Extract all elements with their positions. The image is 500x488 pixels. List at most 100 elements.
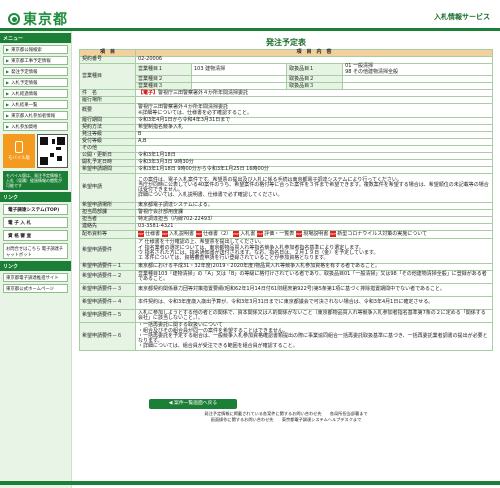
attachment-label: 入札説明書 [169,231,195,238]
apply-place-value: 東京都電子調達システムによる。 [135,201,493,210]
requirement-label: 希望申請要件－１ [79,262,136,271]
link-label: 電子調達システム(TOP) [8,207,60,213]
logo-text: 東京都 [23,12,68,28]
row-label: 希望申請期間 [79,165,136,174]
attachment-link[interactable]: PDF新型コロナウイルス対策の実施について [330,231,428,238]
header: 東京都 入札情報サービス [0,0,500,32]
accept-value: A,B [135,138,493,147]
row-label: 配布資料等 [79,229,136,239]
method-value: 希望制指名競争入札 [135,124,493,133]
item-key: 取扱品目３ [286,82,344,91]
sidebar-item-label: 東京都公報検索 [11,47,42,53]
apply-period-value: 令和3年1月18日 9時00分から令和3年1月25日 16時00分 [135,165,493,174]
triangle-right-icon: ▶ [6,124,10,129]
attachment-link[interactable]: PDF仕様書 [138,231,161,238]
sidebar-section-title: リンク [0,261,71,271]
attachment-label: 仕様書（2） [203,231,232,238]
contract-number: 02-20006 [135,55,493,64]
link-label: 東京都電子調達推進サイト [6,275,59,281]
sidebar-item-label: 入札予定情報 [11,80,38,86]
row-label: 契約番号 [79,55,136,64]
triangle-right-icon: ▶ [6,80,10,85]
attachment-label: 新型コロナウイルス対策の実施について [337,231,428,238]
row-label: 希望申請 [79,172,136,203]
requirement-label: 希望申請要件－６ [79,321,136,351]
attachment-label: 仕様書 [145,231,161,238]
attachment-label: 現場説明書 [303,231,329,238]
attachment-link[interactable]: PDF仕様書（2） [196,231,232,238]
link-procurement-top[interactable]: 電子調達システム(TOP) [3,204,68,215]
link-label: 電 子 入 札 [8,220,32,226]
grade-value: B [135,131,493,140]
sidebar-item-bid-results[interactable]: ▶ 入札結果一覧 [3,100,68,109]
tokyo-logo[interactable]: 東京都 [8,9,68,29]
sidebar-item-participants[interactable]: ▶ 東京都入札参加者情報 [3,111,68,120]
pdf-icon: PDF [138,231,144,238]
page-title: 発注予定表 [266,38,306,47]
sidebar-section-title: メニュー [0,33,71,43]
back-to-list-button[interactable]: ◀ 案件一覧画面へ戻る [149,399,237,409]
triangle-right-icon: ▶ [6,69,10,74]
sidebar-item-label: 発注予定情報 [11,69,38,75]
link-qualification-review[interactable]: 資 格 審 査 [3,230,68,241]
summary-value: 警視庁三田警察署外４か所年間清掃委託 ※詳細等については、仕様書を必ず確認するこ… [135,103,493,119]
person-value: 特定調達担当（内線702-22493） [135,215,493,224]
requirement-value: 東京都における平成31・32年度(2019・2020年度)物品買入れ等競争入札参… [135,262,493,271]
service-title: 入札情報サービス [434,13,490,21]
business-key: 営業種目２ [135,75,192,84]
attachment-link[interactable]: PDF評価・一覧表 [257,231,294,238]
requirement-label: 希望申請要件－３ [79,282,136,297]
tokyo-emblem-icon [8,13,20,25]
pdf-icon: PDF [296,231,303,238]
link-tokyo-official[interactable]: 東京都公式ホームページ [3,284,68,293]
footer-bar [0,481,500,485]
requirement-label: 希望申請要件－５ [79,308,136,323]
period-value: 令和3年4月1日から令和4年3月31日まで [135,117,493,126]
link-electronic-bid[interactable]: 電 子 入 札 [3,217,68,228]
attachment-link[interactable]: PDF入札説明書 [162,231,195,238]
sidebar-item-bid-plan[interactable]: ▶ 入札予定情報 [3,78,68,87]
item-value [342,75,493,84]
sidebar-item-label: 入札経過情報 [11,91,38,97]
pdf-icon: PDF [233,231,240,238]
item-key: 取扱品目２ [286,75,344,84]
sidebar-item-order-plan[interactable]: ▶ 発注予定情報 [3,67,68,76]
requirement-value: 本件契約は、令和3年度歳入歳出予算が、令和3年3月31日までに東京都議会で可決さ… [135,295,493,310]
requirement-label: 希望申請要件－２ [79,269,136,284]
pdf-icon: PDF [330,231,337,238]
triangle-right-icon: ▶ [6,113,10,118]
requirement-label: 希望申請要件－４ [79,295,136,310]
requirement-value: 入札に参加しようとする他の者との関係で、資本関係又は人的関係がないこと（東京都物… [135,308,493,323]
requirement-value: 東京都契約関係暴力団等対策措置要綱(昭和62年1月14日付61財経庶第922号)… [135,282,493,297]
footer: 発注予定情報に掲載されている各案件に関するお問い合わせ先 各局所担当部署まで 画… [75,411,497,423]
electronic-badge: 【電子】 [138,89,159,96]
attachment-link[interactable]: PDF入札書 [233,231,255,238]
pdf-icon: PDF [257,231,264,238]
row-label: 履行場所 [79,96,136,105]
mobile-section: モバイル版 [3,134,68,168]
business-value [190,75,288,84]
sidebar-item-label: 入札参加資格 [11,124,38,130]
sidebar-item-label: 東京都工事予定情報 [11,58,51,64]
business-key: 営業種目１ [135,62,192,77]
apply-value: この案件は、電子入札案件です。希望票の提出及び入札に係る手続は東京都電子調達シス… [135,172,493,203]
sidebar-item-qualification[interactable]: ▶ 入札参加資格 [3,122,68,131]
sidebar-item-gazette[interactable]: ▶ 東京都公報検索 [3,45,68,54]
sidebar-item-bid-progress[interactable]: ▶ 入札経過情報 [3,89,68,98]
sidebar-section-title: リンク [0,192,71,202]
chatbot-label: お問合せはこちら 電子調達チャットボット [6,247,64,258]
place-value [135,96,493,105]
link-label: 東京都公式ホームページ [6,286,55,292]
chatbot-link[interactable]: お問合せはこちら 電子調達チャットボット [3,243,68,259]
subject: 【電子】警視庁三田警察署外４か所年間清掃委託 [135,89,493,98]
mobile-phone-icon [14,141,23,153]
sidebar-item-label: 入札結果一覧 [11,102,38,108]
link-procurement-promo[interactable]: 東京都電子調達推進サイト [3,273,68,282]
pdf-icon: PDF [196,231,203,238]
row-label: 連絡先 [79,222,136,231]
sidebar-item-construction[interactable]: ▶ 東京都工事予定情報 [3,56,68,65]
mobile-link[interactable]: モバイル版 [3,134,35,168]
attachment-link[interactable]: PDF現場説明書 [296,231,329,238]
requirement-value: ・一括再委託に関する取扱いについて ・組合及びその組合員が同一の案件を希望するこ… [135,321,493,351]
footer-contact-2: 画面操作に関するお問い合わせ先 東京都電子調達システムヘルプデスクまで [210,417,362,422]
